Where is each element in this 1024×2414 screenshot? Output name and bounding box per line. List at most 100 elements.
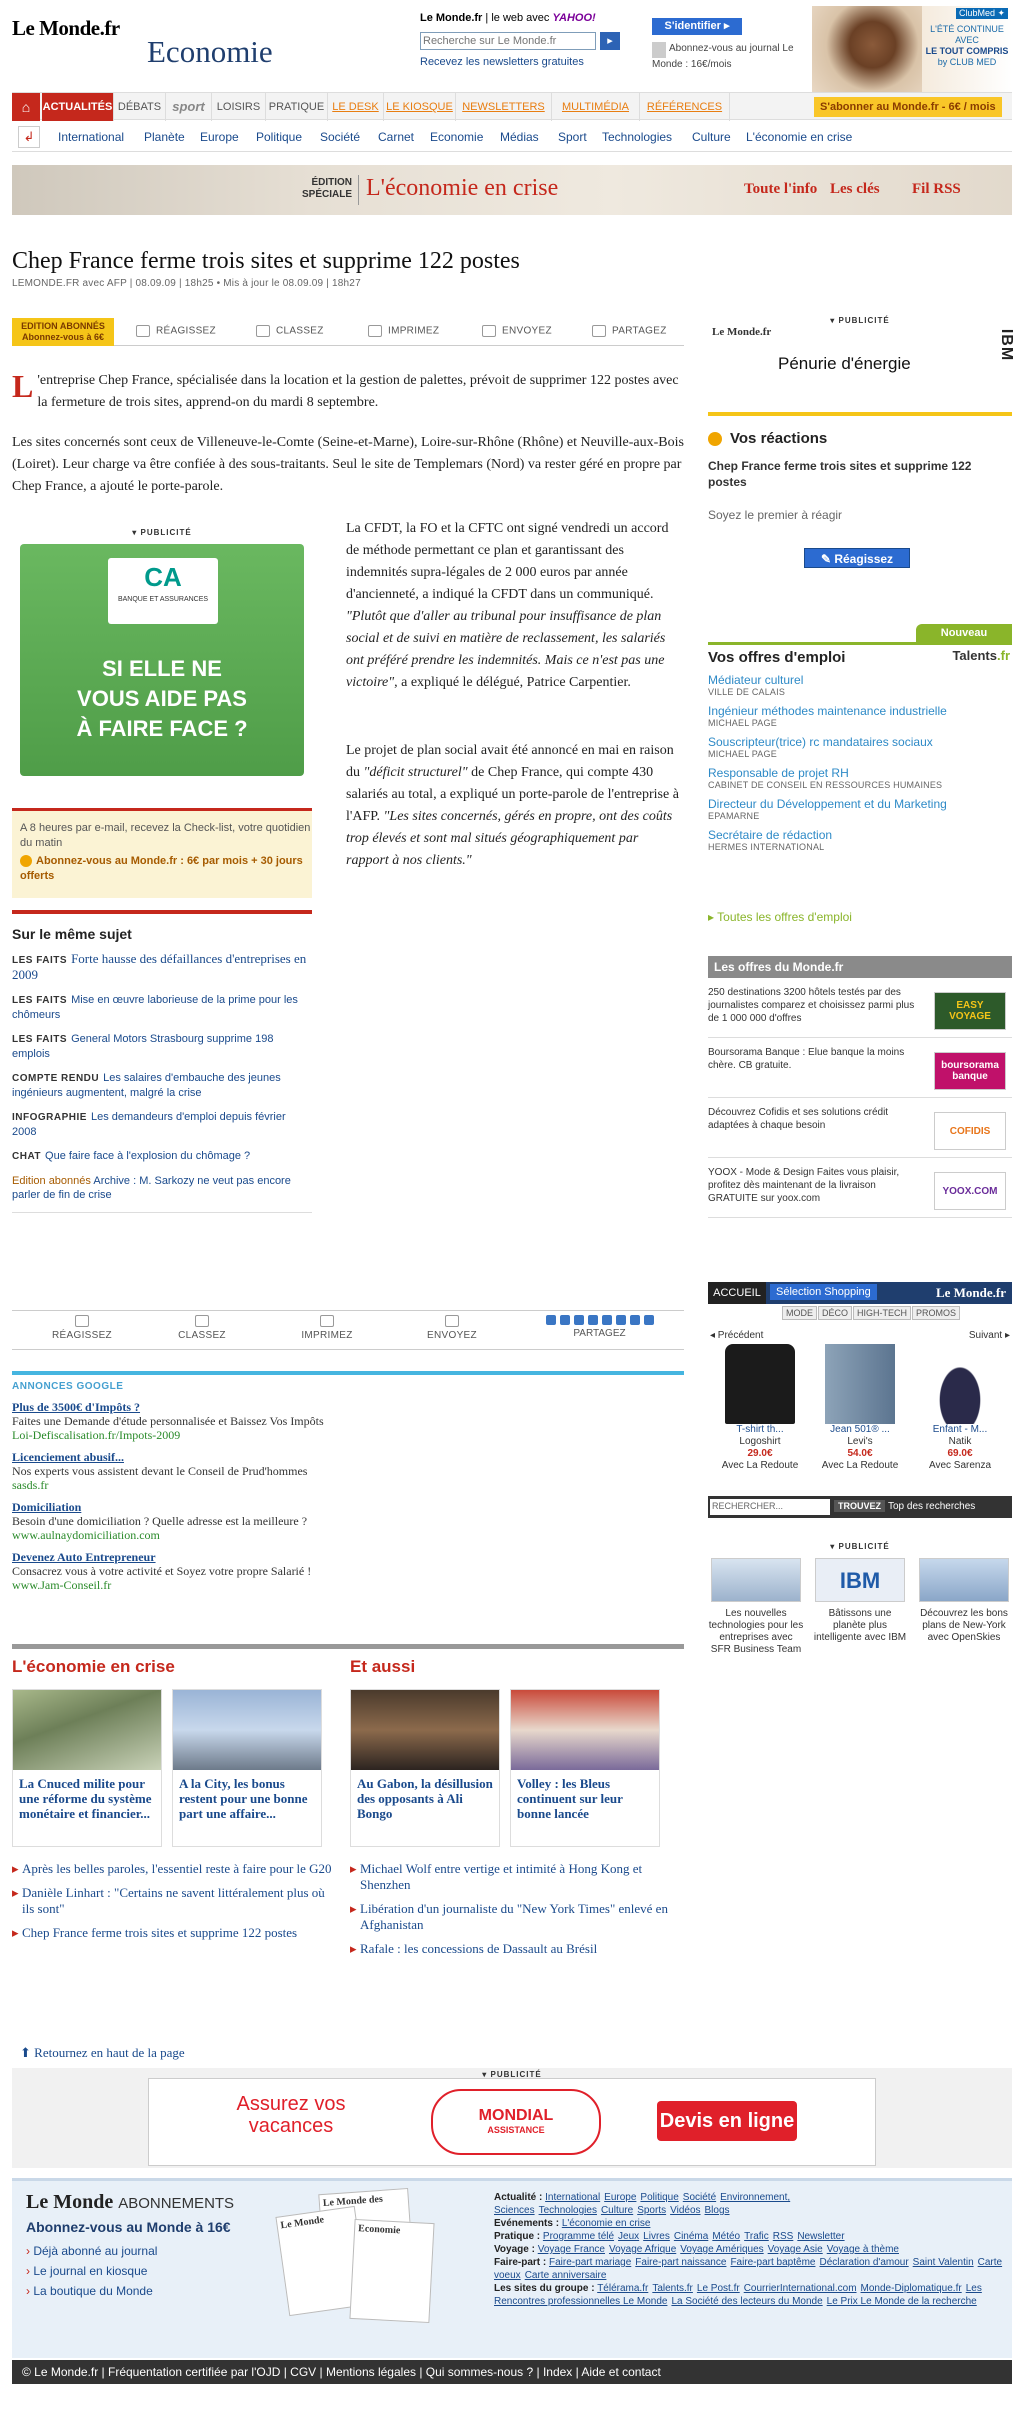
digg-icon[interactable]	[587, 1315, 598, 1325]
print-button[interactable]: IMPRIMEZ	[368, 325, 439, 337]
banner-link-cles[interactable]: Les clés	[830, 181, 880, 198]
product-card[interactable]: Jean 501® ... Levi's 54.0€ Avec La Redoute	[812, 1344, 908, 1472]
shop-search-button[interactable]: TROUVEZ	[834, 1500, 886, 1512]
footer-sitemap-link[interactable]: Cinéma	[674, 2231, 708, 2242]
home-icon[interactable]: ⌂	[12, 93, 40, 121]
subnav-economie-crise[interactable]: L'économie en crise	[746, 130, 852, 144]
edition-abonnes-badge[interactable]: EDITION ABONNÉS Abonnez-vous à 6€	[12, 318, 114, 346]
footer-sitemap-link[interactable]: Monde-Diplomatique.fr	[861, 2283, 962, 2294]
footer-sitemap-link[interactable]: Le Post.fr	[697, 2283, 740, 2294]
clubmed-ad[interactable]: ClubMed ✦ L'ÉTÉ CONTINUE AVEC LE TOUT CO…	[812, 6, 1012, 92]
footer-sitemap-link[interactable]: Livres	[643, 2231, 670, 2242]
ad-url[interactable]: www.aulnaydomiciliation.com	[12, 1528, 684, 1542]
tab-debats[interactable]: DÉBATS	[114, 93, 166, 121]
shop-prev-button[interactable]: ◂ Précédent	[710, 1330, 763, 1341]
talents-logo[interactable]: Talents.fr	[952, 648, 1010, 663]
related-item[interactable]: LES FAITS General Motors Strasbourg suppr…	[12, 1032, 312, 1061]
subnav-europe[interactable]: Europe	[200, 130, 239, 144]
news-link[interactable]: Michael Wolf entre vertige et intimité à…	[350, 1861, 670, 1893]
related-link[interactable]: Que faire face à l'explosion du chômage …	[45, 1150, 250, 1162]
footer-offer[interactable]: Abonnez-vous au Monde à 16€	[26, 2219, 231, 2235]
footer-sitemap-link[interactable]: Déclaration d'amour	[819, 2257, 908, 2268]
facebook-icon[interactable]	[559, 1315, 570, 1325]
job-item[interactable]: Directeur du Développement et du Marketi…	[708, 798, 1012, 822]
job-title[interactable]: Ingénieur méthodes maintenance industrie…	[708, 705, 1012, 717]
footer-sitemap-link[interactable]: Europe	[604, 2192, 636, 2203]
ad-url[interactable]: Loi-Defiscalisation.fr/Impots-2009	[12, 1428, 684, 1442]
google-ad[interactable]: Domiciliation Besoin d'une domiciliation …	[12, 1500, 684, 1542]
ad-url[interactable]: sasds.fr	[12, 1478, 684, 1492]
product-name[interactable]: Enfant - M...	[912, 1424, 1008, 1436]
footer-sitemap-link[interactable]: Vidéos	[670, 2205, 700, 2216]
news-card-title[interactable]: A la City, les bonus restent pour une bo…	[173, 1770, 321, 1827]
credit-agricole-ad[interactable]: ▾ PUBLICITÉ CA BANQUE ET ASSURANCES SI E…	[12, 528, 312, 778]
footer-sitemap-link[interactable]: Le Prix Le Monde de la recherche	[827, 2296, 977, 2307]
footer-sitemap-link[interactable]: CourrierInternational.com	[744, 2283, 857, 2294]
all-jobs-link[interactable]: ▸ Toutes les offres d'emploi	[708, 910, 852, 924]
job-title[interactable]: Directeur du Développement et du Marketi…	[708, 798, 1012, 810]
related-item[interactable]: LES FAITS Mise en œuvre laborieuse de la …	[12, 993, 312, 1022]
footer-link[interactable]: Le journal en kiosque	[26, 2261, 157, 2281]
footer-sitemap-link[interactable]: La Société des lecteurs du Monde	[671, 2296, 822, 2307]
ibm-energy-ad[interactable]: ▾ PUBLICITÉ Le Monde.fr Pénurie d'énergi…	[708, 316, 1015, 396]
footer-sitemap-link[interactable]: Politique	[640, 2192, 678, 2203]
job-title[interactable]: Souscripteur(trice) rc mandataires socia…	[708, 736, 1012, 748]
related-item[interactable]: INFOGRAPHIE Les demandeurs d'emploi depui…	[12, 1110, 312, 1139]
tab-actualites[interactable]: ACTUALITÉS	[42, 93, 114, 121]
tab-references[interactable]: RÉFÉRENCES	[640, 93, 730, 121]
shop-tab-accueil[interactable]: ACCUEIL	[708, 1282, 766, 1304]
google-ad[interactable]: Devenez Auto Entrepreneur Consacrez vous …	[12, 1550, 684, 1592]
job-title[interactable]: Secrétaire de rédaction	[708, 829, 1012, 841]
footer-sitemap-link[interactable]: Voyage Amériques	[680, 2244, 763, 2255]
subnav-planete[interactable]: Planète	[144, 130, 185, 144]
lemonde-logo[interactable]: Le Monde.fr	[12, 16, 120, 41]
news-link[interactable]: Rafale : les concessions de Dassault au …	[350, 1941, 670, 1957]
classify-button[interactable]: CLASSEZ	[142, 1315, 262, 1343]
ad-cta-button[interactable]: Devis en ligne	[657, 2101, 797, 2141]
tab-loisirs[interactable]: LOISIRS	[212, 93, 266, 121]
product-name[interactable]: T-shirt th...	[712, 1424, 808, 1436]
related-item[interactable]: CHAT Que faire face à l'explosion du chôm…	[12, 1149, 312, 1164]
google-ad[interactable]: Licenciement abusif... Nos experts vous a…	[12, 1450, 684, 1492]
shop-cat[interactable]: DÉCO	[818, 1306, 853, 1320]
ad-url[interactable]: www.Jam-Conseil.fr	[12, 1578, 684, 1592]
footer-sitemap-link[interactable]: Jeux	[618, 2231, 639, 2242]
footer-sitemap-link[interactable]: Carte anniversaire	[525, 2270, 607, 2281]
footer-link[interactable]: La boutique du Monde	[26, 2281, 157, 2301]
job-item[interactable]: Responsable de projet RH CABINET DE CONSE…	[708, 767, 1012, 791]
classify-button[interactable]: CLASSEZ	[256, 325, 324, 337]
shop-cat[interactable]: PROMOS	[912, 1306, 961, 1320]
subnav-international[interactable]: International	[58, 130, 124, 144]
news-card-title[interactable]: Au Gabon, la désillusion des opposants à…	[351, 1770, 499, 1827]
job-item[interactable]: Secrétaire de rédaction HERMES INTERNATIO…	[708, 829, 1012, 853]
subnav-carnet[interactable]: Carnet	[378, 130, 414, 144]
subnav-culture[interactable]: Culture	[692, 130, 731, 144]
share-button[interactable]: PARTAGEZ	[592, 325, 667, 337]
footer-sitemap-link[interactable]: Programme télé	[543, 2231, 614, 2242]
news-card[interactable]: La Cnuced milite pour une réforme du sys…	[12, 1689, 162, 1847]
tab-sport[interactable]: sport	[166, 93, 212, 121]
tab-multimedia[interactable]: MULTIMÉDIA	[552, 93, 640, 121]
footer-sitemap-link[interactable]: Voyage Asie	[768, 2244, 823, 2255]
subnav-medias[interactable]: Médias	[500, 130, 539, 144]
email-button[interactable]: ENVOYEZ	[482, 325, 552, 337]
job-title[interactable]: Médiateur culturel	[708, 674, 1012, 686]
job-item[interactable]: Médiateur culturel VILLE DE CALAIS	[708, 674, 1012, 698]
offer-item[interactable]: Découvrez Cofidis et ses solutions crédi…	[708, 1098, 1012, 1158]
related-item[interactable]: COMPTE RENDU Les salaires d'embauche des …	[12, 1071, 312, 1100]
news-card[interactable]: A la City, les bonus restent pour une bo…	[172, 1689, 322, 1847]
subnav-societe[interactable]: Société	[320, 130, 360, 144]
news-card-title[interactable]: La Cnuced milite pour une réforme du sys…	[13, 1770, 161, 1827]
sponsor-tile[interactable]: Découvrez les bons plans de New-York ave…	[916, 1558, 1012, 1644]
footer-sitemap-link[interactable]: Saint Valentin	[913, 2257, 974, 2268]
shop-tab-selection[interactable]: Sélection Shopping	[770, 1284, 877, 1300]
google-icon[interactable]	[615, 1315, 626, 1325]
ad-title[interactable]: Licenciement abusif...	[12, 1450, 684, 1464]
tab-newsletters[interactable]: NEWSLETTERS	[456, 93, 552, 121]
subscribe-journal-link[interactable]: Abonnez-vous au journal Le Monde : 16€/m…	[652, 42, 802, 71]
print-button[interactable]: IMPRIMEZ	[267, 1315, 387, 1343]
news-link[interactable]: Chep France ferme trois sites et supprim…	[12, 1925, 332, 1941]
offer-item[interactable]: YOOX - Mode & Design Faites vous plaisir…	[708, 1158, 1012, 1218]
footer-sitemap-link[interactable]: Faire-part mariage	[549, 2257, 631, 2268]
footer-sitemap-link[interactable]: Météo	[712, 2231, 740, 2242]
